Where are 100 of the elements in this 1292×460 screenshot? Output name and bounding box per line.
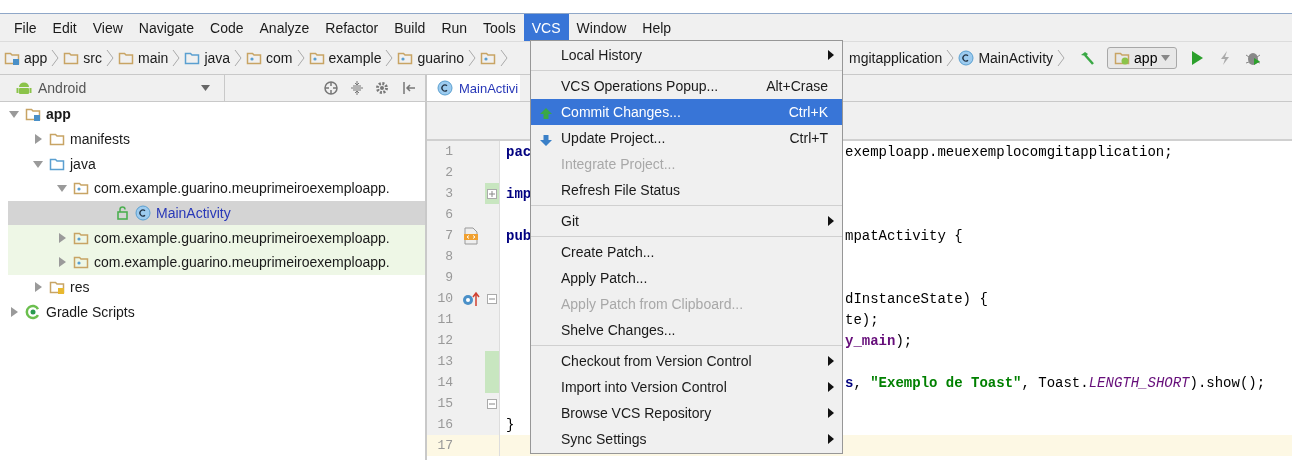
tree-item-label[interactable]: com.example.guarino.meuprimeiroexemploapp.	[94, 180, 390, 197]
package-folder-icon	[480, 50, 497, 66]
code-text: pub	[506, 227, 532, 244]
folder-icon	[49, 131, 65, 148]
menu-bar-item[interactable]: Analyze	[251, 14, 318, 41]
menu-item[interactable]: Update Project... Ctrl+T	[531, 125, 842, 151]
tree-item-label[interactable]: Gradle Scripts	[46, 303, 135, 320]
menu-item[interactable]: Checkout from Version Control	[531, 348, 842, 374]
code-text: pac	[506, 143, 532, 160]
run-configuration-dropdown[interactable]: app	[1107, 47, 1178, 69]
menu-bar-item[interactable]: Navigate	[130, 14, 203, 41]
tree-item-label[interactable]: java	[70, 155, 96, 172]
menu-item[interactable]: Import into Version Control	[531, 374, 842, 400]
package-folder-icon	[246, 50, 263, 66]
line-number: 8	[444, 249, 454, 264]
package-folder-icon	[73, 180, 89, 197]
submenu-arrow-icon	[828, 356, 834, 366]
settings-icon[interactable]	[375, 80, 391, 96]
tree-item-label[interactable]: manifests	[70, 131, 130, 148]
hide-panel-icon[interactable]	[401, 80, 417, 96]
expand-arrow-icon[interactable]	[56, 231, 68, 244]
lock-icon	[114, 205, 130, 222]
submenu-arrow-icon	[828, 408, 834, 418]
line-number: 13	[436, 354, 454, 369]
tree-item-label[interactable]: MainActivity	[156, 205, 231, 222]
menu-item[interactable]: Git	[531, 208, 842, 234]
collapse-all-icon[interactable]	[349, 80, 365, 96]
menu-bar-item[interactable]: Code	[202, 14, 252, 41]
hammer-icon[interactable]	[1079, 50, 1096, 66]
menu-bar-item[interactable]: Run	[433, 14, 476, 41]
breadcrumb-item[interactable]: java	[180, 50, 235, 66]
line-number: 3	[444, 186, 454, 201]
chevron-icon	[106, 48, 115, 68]
package-folder-icon	[73, 254, 89, 271]
menu-item[interactable]: Commit Changes... Ctrl+K	[531, 99, 842, 125]
caret-icon	[201, 85, 210, 91]
chevron-icon	[234, 48, 243, 68]
breadcrumb-item[interactable]: MainActivity	[954, 50, 1058, 66]
breadcrumb-item[interactable]: main	[114, 50, 173, 66]
line-number: 17	[436, 438, 454, 453]
line-number: 2	[444, 165, 454, 180]
line-number: 9	[444, 270, 454, 285]
submenu-arrow-icon	[828, 434, 834, 444]
menu-bar-item[interactable]: Tools	[475, 14, 524, 41]
menu-item[interactable]: Sync Settings	[531, 426, 842, 452]
android-folder-icon	[1114, 50, 1131, 66]
menu-item[interactable]: VCS Operations Popup... Alt+Crase	[531, 73, 842, 99]
target-icon[interactable]	[323, 80, 339, 96]
menu-bar-item[interactable]: Build	[386, 14, 434, 41]
chevron-icon	[946, 48, 955, 68]
menu-item[interactable]: Create Patch...	[531, 239, 842, 265]
breadcrumb-item[interactable]: src	[59, 50, 107, 66]
submenu-arrow-icon	[828, 382, 834, 392]
expand-arrow-icon[interactable]	[56, 256, 68, 269]
breadcrumb-item[interactable]: mgitapplication	[845, 50, 947, 66]
debug-icon[interactable]	[1245, 50, 1262, 66]
code-text: te);	[845, 311, 879, 328]
line-number: 7	[444, 228, 454, 243]
fold-collapse-icon[interactable]	[487, 398, 497, 409]
chevron-icon	[1057, 48, 1066, 68]
submenu-arrow-icon	[828, 216, 834, 226]
folder-icon	[118, 50, 135, 66]
module-folder-icon	[25, 106, 41, 123]
expand-arrow-icon[interactable]	[32, 133, 44, 146]
editor-tab[interactable]: MainActivi	[427, 75, 520, 101]
breadcrumb-item[interactable]: example	[304, 50, 386, 66]
layout-file-icon[interactable]	[463, 226, 479, 245]
menu-item[interactable]: Apply Patch...	[531, 265, 842, 291]
menu-bar-item[interactable]: VCS	[523, 14, 569, 41]
expand-arrow-icon[interactable]	[32, 281, 44, 294]
menu-item[interactable]: Shelve Changes...	[531, 317, 842, 343]
menu-bar-item[interactable]: Window	[568, 14, 635, 41]
code-text: imp	[506, 185, 532, 202]
class-icon	[437, 80, 453, 96]
menu-item[interactable]: Refresh File Status	[531, 177, 842, 203]
fold-collapse-icon[interactable]	[487, 293, 497, 304]
caret-icon	[1161, 55, 1171, 61]
menu-bar-item[interactable]: View	[84, 14, 131, 41]
menu-bar-item[interactable]: Edit	[44, 14, 85, 41]
breadcrumb-item[interactable]: com	[242, 50, 297, 66]
override-icon[interactable]	[462, 290, 480, 307]
expand-arrow-icon[interactable]	[8, 305, 20, 318]
breadcrumb-item[interactable]: guarino	[393, 50, 469, 66]
fold-expand-icon[interactable]	[487, 188, 497, 199]
chevron-icon	[296, 48, 305, 68]
menu-bar-item[interactable]: Refactor	[317, 14, 387, 41]
line-number: 11	[436, 312, 454, 327]
line-number: 15	[436, 396, 454, 411]
folder-icon	[63, 50, 80, 66]
resource-folder-icon	[49, 279, 65, 296]
menu-bar-item[interactable]: Help	[634, 14, 680, 41]
menu-item[interactable]: Browse VCS Repository	[531, 400, 842, 426]
gradle-icon	[25, 303, 41, 320]
tree-item-label[interactable]: app	[46, 106, 71, 123]
tree-item-label[interactable]: res	[70, 279, 90, 296]
breadcrumb-item[interactable]: app	[0, 50, 52, 66]
menu-bar-item[interactable]: File	[6, 14, 45, 41]
chevron-icon	[172, 48, 181, 68]
menu-item[interactable]: Local History	[531, 42, 842, 68]
code-text: y_main);	[845, 332, 913, 349]
